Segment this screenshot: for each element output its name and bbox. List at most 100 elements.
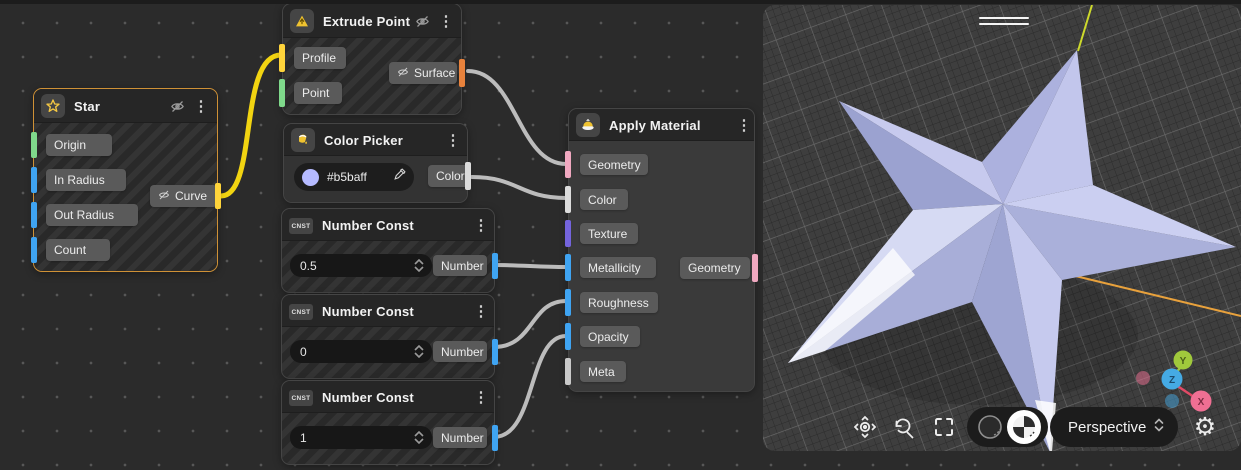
stepper-control[interactable] bbox=[414, 340, 424, 363]
visibility-off-icon bbox=[397, 66, 409, 81]
output-port-color[interactable] bbox=[465, 162, 471, 190]
output-chip-color[interactable]: Color bbox=[428, 165, 469, 187]
input-port-meta[interactable] bbox=[565, 358, 571, 385]
output-port-number[interactable] bbox=[492, 425, 498, 451]
input-chip[interactable]: Geometry bbox=[580, 154, 648, 175]
input-chip[interactable]: Opacity bbox=[580, 326, 640, 347]
projection-dropdown[interactable]: Perspective bbox=[1050, 407, 1178, 447]
material-icon bbox=[576, 113, 600, 137]
const-badge: CNST bbox=[289, 304, 313, 320]
output-chip-curve[interactable]: Curve bbox=[150, 185, 217, 207]
color-swatch[interactable] bbox=[302, 169, 319, 186]
input-port-color[interactable] bbox=[565, 186, 571, 213]
input-port-in-radius[interactable] bbox=[31, 167, 37, 193]
output-port-number[interactable] bbox=[492, 253, 498, 279]
eyedropper-icon[interactable] bbox=[393, 168, 406, 186]
node-header[interactable]: Apply Material ⋮ bbox=[569, 109, 754, 141]
input-chip[interactable]: Texture bbox=[580, 223, 638, 244]
node-menu-button[interactable]: ⋮ bbox=[472, 209, 490, 241]
output-port-number[interactable] bbox=[492, 339, 498, 365]
node-color-picker[interactable]: Color Picker ⋮ #b5baff Color bbox=[283, 123, 468, 203]
input-port-geometry[interactable] bbox=[565, 151, 571, 178]
node-menu-button[interactable]: ⋮ bbox=[735, 109, 753, 141]
input-port-profile[interactable] bbox=[279, 44, 285, 72]
input-port-origin[interactable] bbox=[31, 132, 37, 158]
node-header[interactable]: Extrude Point ⋮ bbox=[283, 4, 461, 38]
output-port-geometry[interactable] bbox=[752, 254, 758, 282]
output-port-curve[interactable] bbox=[215, 183, 221, 209]
input-chip[interactable]: Origin bbox=[46, 134, 112, 156]
gizmo-y-label: Y bbox=[1180, 356, 1187, 367]
const-badge: CNST bbox=[289, 218, 313, 234]
input-chip[interactable]: Point bbox=[294, 82, 342, 104]
node-title: Number Const bbox=[322, 381, 414, 413]
navigate-tool-button[interactable] bbox=[852, 414, 878, 440]
input-port-texture[interactable] bbox=[565, 220, 571, 247]
node-number-const-2[interactable]: CNST Number Const ⋮ 0 Number bbox=[281, 294, 495, 379]
solid-shading-icon[interactable] bbox=[979, 416, 1001, 438]
node-menu-button[interactable]: ⋮ bbox=[444, 124, 462, 156]
input-port-count[interactable] bbox=[31, 237, 37, 263]
node-number-const-3[interactable]: CNST Number Const ⋮ 1 Number bbox=[281, 380, 495, 465]
output-chip-number[interactable]: Number bbox=[433, 255, 487, 276]
input-port-point[interactable] bbox=[279, 79, 285, 107]
number-input[interactable]: 0 bbox=[290, 340, 432, 363]
input-chip[interactable]: Meta bbox=[580, 361, 626, 382]
material-shading-icon[interactable] bbox=[1007, 410, 1041, 444]
input-chip[interactable]: In Radius bbox=[46, 169, 126, 191]
viewport-drag-handle[interactable] bbox=[979, 17, 1029, 19]
stepper-control[interactable] bbox=[414, 254, 424, 277]
output-chip-geometry[interactable]: Geometry bbox=[680, 257, 750, 279]
node-title: Number Const bbox=[322, 209, 414, 241]
node-title: Star bbox=[74, 89, 100, 123]
extrude-icon bbox=[290, 9, 314, 33]
output-chip-number[interactable]: Number bbox=[433, 341, 487, 362]
node-star-header[interactable]: Star ⋮ bbox=[34, 89, 217, 123]
gizmo-neg-x[interactable] bbox=[1136, 371, 1150, 385]
color-value-field[interactable]: #b5baff bbox=[294, 163, 414, 191]
input-port-opacity[interactable] bbox=[565, 323, 571, 350]
visibility-off-icon[interactable] bbox=[166, 89, 188, 123]
node-menu-button[interactable]: ⋮ bbox=[472, 295, 490, 327]
node-header[interactable]: CNST Number Const ⋮ bbox=[282, 209, 494, 241]
input-port-metallicity[interactable] bbox=[565, 254, 571, 281]
star-icon bbox=[41, 94, 65, 118]
input-chip[interactable]: Roughness bbox=[580, 292, 658, 313]
gizmo-neg-y[interactable] bbox=[1165, 394, 1179, 408]
settings-gear-button[interactable]: ⚙ bbox=[1190, 412, 1220, 442]
node-extrude-point[interactable]: Extrude Point ⋮ Profile Point Surface bbox=[282, 3, 462, 115]
viewport-drag-handle[interactable] bbox=[979, 23, 1029, 25]
input-chip[interactable]: Color bbox=[580, 189, 628, 210]
frame-all-button[interactable] bbox=[931, 414, 957, 440]
input-chip[interactable]: Metallicity bbox=[580, 257, 656, 278]
node-header[interactable]: CNST Number Const ⋮ bbox=[282, 381, 494, 413]
viewport-scene: Y Z X bbox=[763, 5, 1241, 451]
hex-value[interactable]: #b5baff bbox=[327, 170, 393, 184]
node-menu-button[interactable]: ⋮ bbox=[437, 4, 455, 38]
input-chip[interactable]: Count bbox=[46, 239, 110, 261]
number-input[interactable]: 1 bbox=[290, 426, 432, 449]
input-port-roughness[interactable] bbox=[565, 289, 571, 316]
node-menu-button[interactable]: ⋮ bbox=[472, 381, 490, 413]
node-number-const-1[interactable]: CNST Number Const ⋮ 0.5 Number bbox=[281, 208, 495, 293]
input-port-out-radius[interactable] bbox=[31, 202, 37, 228]
node-header[interactable]: Color Picker ⋮ bbox=[284, 124, 467, 156]
node-star[interactable]: Star ⋮ Origin In Radius Out Radius Count… bbox=[33, 88, 218, 272]
output-chip-number[interactable]: Number bbox=[433, 427, 487, 448]
stepper-control[interactable] bbox=[414, 426, 424, 449]
reset-zoom-button[interactable] bbox=[890, 414, 916, 440]
input-chip[interactable]: Profile bbox=[294, 47, 346, 69]
app-window: Star ⋮ Origin In Radius Out Radius Count… bbox=[0, 0, 1241, 470]
output-chip-surface[interactable]: Surface bbox=[389, 62, 457, 84]
input-chip[interactable]: Out Radius bbox=[46, 204, 138, 226]
node-header[interactable]: CNST Number Const ⋮ bbox=[282, 295, 494, 327]
output-port-surface[interactable] bbox=[459, 59, 465, 87]
node-apply-material[interactable]: Apply Material ⋮ Geometry Color Texture … bbox=[568, 108, 755, 392]
number-input[interactable]: 0.5 bbox=[290, 254, 432, 277]
shading-mode-toggle[interactable] bbox=[967, 407, 1048, 447]
visibility-off-icon bbox=[158, 189, 170, 204]
viewport-3d[interactable]: Y Z X bbox=[763, 5, 1241, 451]
node-title: Color Picker bbox=[324, 124, 403, 156]
visibility-off-icon[interactable] bbox=[411, 4, 433, 38]
node-menu-button[interactable]: ⋮ bbox=[192, 89, 210, 123]
